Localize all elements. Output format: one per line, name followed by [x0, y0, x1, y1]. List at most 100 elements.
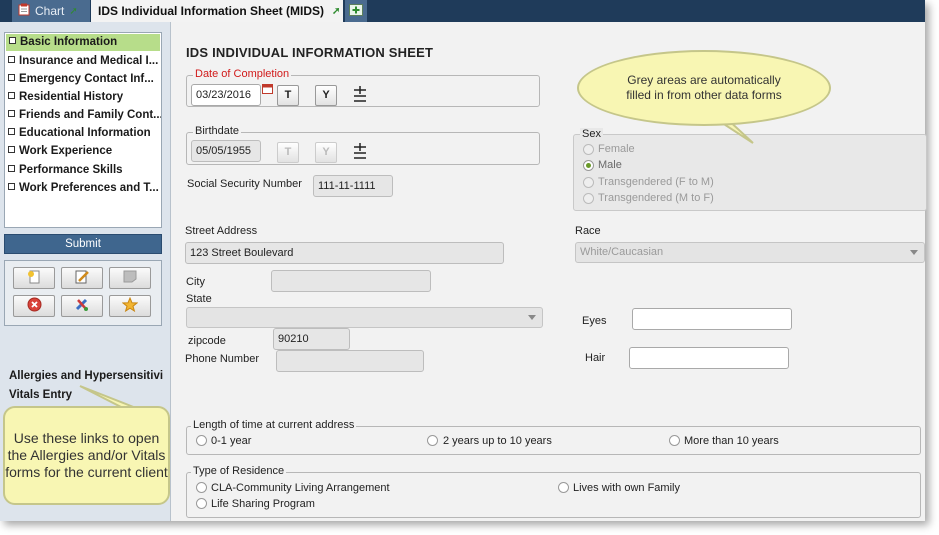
ssn-label: Social Security Number — [187, 178, 302, 190]
yesterday-button[interactable]: Y — [315, 85, 337, 106]
tab-chart-label: Chart — [35, 4, 65, 18]
nav-basic-information[interactable]: Basic Information — [6, 34, 160, 51]
race-select: White/Caucasian — [575, 242, 925, 263]
nav-residential-history[interactable]: Residential History — [5, 88, 161, 106]
sex-male-label: Male — [598, 159, 622, 171]
links-help-callout: Use these links to open the Allergies an… — [3, 406, 170, 505]
delete-button[interactable] — [13, 295, 55, 317]
length-0-1-year-radio[interactable] — [196, 435, 207, 446]
nav-label: Residential History — [19, 90, 124, 103]
chart-icon — [18, 3, 30, 19]
today-button[interactable]: T — [277, 85, 299, 106]
nav-label: Friends and Family Cont... — [19, 109, 161, 122]
bullet-icon — [8, 73, 15, 81]
street-address-label: Street Address — [185, 225, 258, 237]
sex-female-radio — [583, 144, 594, 155]
nav-emergency-contact[interactable]: Emergency Contact Inf... — [5, 70, 161, 88]
zipcode-label: zipcode — [188, 335, 226, 347]
tools-button[interactable] — [61, 295, 103, 317]
sex-transgendered-f-to-m-radio — [583, 177, 594, 188]
hair-field[interactable] — [629, 347, 789, 369]
length-0-1-year-label: 0-1 year — [211, 435, 252, 447]
nav-label: Work Experience — [19, 145, 113, 158]
length-2-to-10-years-radio[interactable] — [427, 435, 438, 446]
bullet-icon — [8, 55, 15, 63]
chevron-down-icon — [528, 315, 536, 320]
length-2-to-10-years-label: 2 years up to 10 years — [443, 435, 552, 447]
nav-label: Emergency Contact Inf... — [19, 72, 154, 85]
nav-label: Work Preferences and T... — [19, 181, 159, 194]
birthdate-today-button: T — [277, 142, 299, 163]
callout-text: Grey areas are automatically filled in f… — [626, 73, 782, 102]
city-label: City — [186, 276, 205, 288]
nav-label: Performance Skills — [19, 163, 123, 176]
edit-icon — [74, 270, 90, 287]
chevron-down-icon — [910, 250, 918, 255]
residence-type-label: Type of Residence — [191, 465, 287, 477]
length-more-than-10-years-radio[interactable] — [669, 435, 680, 446]
nav-label: Educational Information — [19, 127, 151, 140]
hair-label: Hair — [585, 352, 606, 364]
note-button[interactable] — [109, 267, 151, 289]
tab-ids-label: IDS Individual Information Sheet (MIDS) — [98, 4, 325, 18]
new-tab-button[interactable] — [345, 0, 367, 22]
allergies-link[interactable]: Allergies and Hypersensitivi — [9, 370, 163, 382]
date-of-completion-label: Date of Completion — [193, 68, 292, 80]
residence-life-sharing-label: Life Sharing Program — [211, 498, 315, 510]
nav-educational-information[interactable]: Educational Information — [5, 124, 161, 142]
nav-work-experience[interactable]: Work Experience — [5, 142, 161, 160]
nav-work-preferences[interactable]: Work Preferences and T... — [5, 179, 161, 197]
favorite-button[interactable] — [109, 295, 151, 317]
residence-life-sharing-radio[interactable] — [196, 498, 207, 509]
tab-bar: Chart ➚ IDS Individual Information Sheet… — [0, 0, 925, 22]
sex-male-radio — [583, 160, 594, 171]
birthdate-yesterday-button: Y — [315, 142, 337, 163]
residence-own-family-radio[interactable] — [558, 482, 569, 493]
close-icon — [27, 297, 42, 315]
phone-number-label: Phone Number — [185, 353, 259, 365]
sex-transgendered-m-to-f-label: Transgendered (M to F) — [598, 192, 714, 204]
new-document-button[interactable] — [13, 267, 55, 289]
length-at-address-label: Length of time at current address — [191, 419, 357, 431]
residence-cla-label: CLA-Community Living Arrangement — [211, 482, 390, 494]
bullet-icon — [8, 182, 15, 190]
tools-icon — [74, 297, 90, 315]
eyes-field[interactable] — [632, 308, 792, 330]
nav-performance-skills[interactable]: Performance Skills — [5, 161, 161, 179]
star-icon — [121, 296, 139, 315]
ssn-field: 111-11-1111 — [313, 175, 393, 197]
race-value: White/Caucasian — [580, 246, 664, 258]
birthdate-stepper[interactable] — [352, 142, 368, 162]
submit-button[interactable]: Submit — [4, 234, 162, 254]
window: Chart ➚ IDS Individual Information Sheet… — [0, 0, 927, 521]
birthdate-field: 05/05/1955 — [191, 140, 261, 162]
pin-icon[interactable]: ➚ — [69, 6, 77, 17]
tab-chart[interactable]: Chart ➚ — [12, 0, 90, 22]
calendar-icon[interactable] — [262, 84, 273, 97]
bullet-icon — [8, 128, 15, 136]
nav-label: Insurance and Medical I... — [19, 54, 159, 67]
phone-number-field — [276, 350, 424, 372]
nav-insurance-and-medical[interactable]: Insurance and Medical I... — [5, 52, 161, 70]
bullet-icon — [8, 91, 15, 99]
nav-friends-and-family[interactable]: Friends and Family Cont... — [5, 106, 161, 124]
date-stepper[interactable] — [352, 85, 368, 105]
date-of-completion-field[interactable]: 03/23/2016 — [191, 84, 261, 106]
bullet-icon — [8, 110, 15, 118]
edit-button[interactable] — [61, 267, 103, 289]
street-address-field: 123 Street Boulevard — [185, 242, 504, 264]
bullet-icon — [9, 37, 16, 44]
pin-icon[interactable]: ➚ — [332, 6, 340, 17]
residence-cla-radio[interactable] — [196, 482, 207, 493]
race-label: Race — [575, 225, 601, 237]
new-document-icon — [26, 270, 42, 287]
vitals-entry-link[interactable]: Vitals Entry — [9, 389, 72, 401]
sex-label: Sex — [580, 128, 603, 140]
eyes-label: Eyes — [582, 315, 607, 327]
tab-ids-individual-information-sheet[interactable]: IDS Individual Information Sheet (MIDS) … — [91, 0, 343, 22]
birthdate-label: Birthdate — [193, 125, 242, 137]
residence-type-group — [186, 472, 921, 518]
city-field — [271, 270, 431, 292]
sex-transgendered-m-to-f-radio — [583, 193, 594, 204]
bullet-icon — [8, 146, 15, 154]
